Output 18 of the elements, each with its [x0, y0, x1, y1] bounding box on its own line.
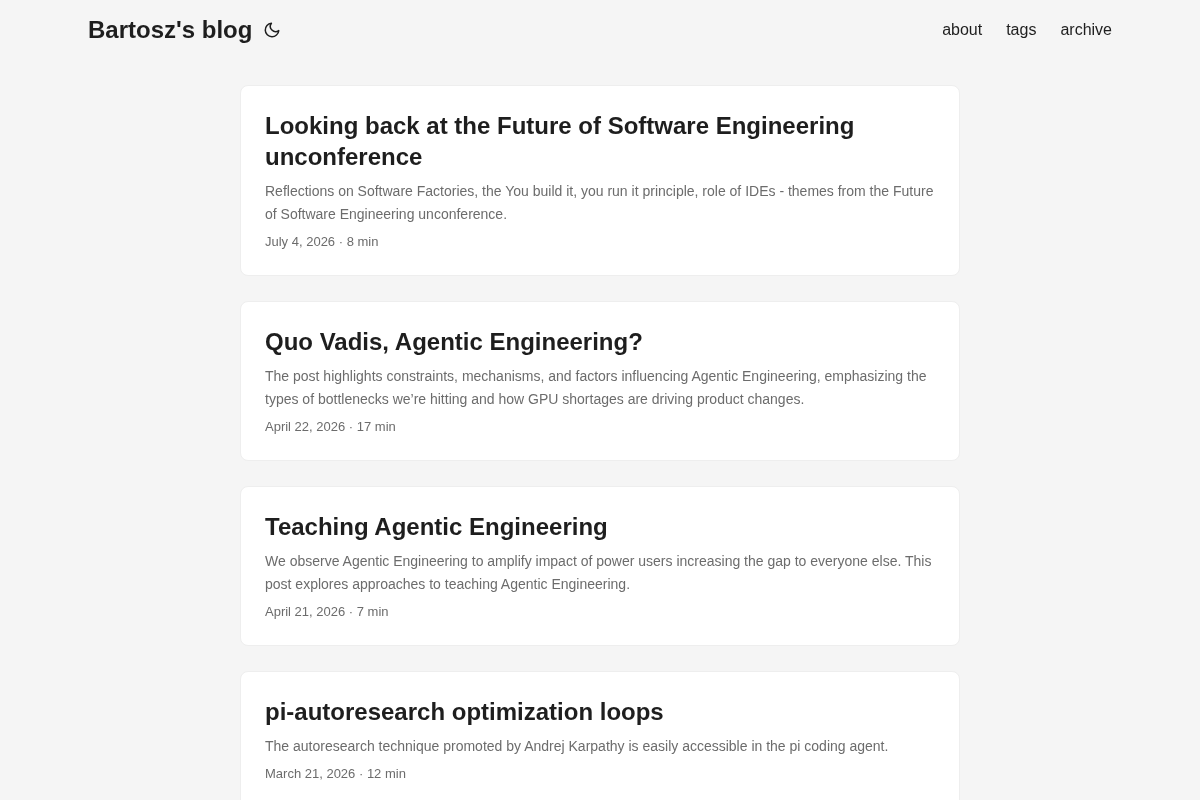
blog-logo-link[interactable]: Bartosz's blog: [88, 15, 253, 45]
post-summary: We observe Agentic Engineering to amplify impact of power users increasing the gap to everyone else. This post explores approaches to teaching Agentic Engineering.: [265, 552, 933, 594]
moon-icon: [263, 21, 282, 39]
nav-link[interactable]: tags: [1006, 20, 1037, 40]
post-summary: The post highlights constraints, mechanisms, and factors influencing Agentic Engineering, emphasizing the types of bottlenecks we’re hitting and how GPU shortages are driving product changes.: [265, 367, 928, 409]
nav-link[interactable]: archive: [1060, 20, 1112, 40]
post-title: Teaching Agentic Engineering: [265, 512, 609, 542]
post-meta: April 22, 2026 · 17 min: [265, 418, 397, 436]
post-card[interactable]: pi-autoresearch optimization loops The autoresearch technique promoted by Andrej Karpathy is easily accessible in the pi coding agent. March 21, 2026 · 12 min: [240, 671, 960, 800]
post-summary: Reflections on Software Factories, the You build it, you run it principle, role of IDEs - themes from the Future of Software Engineering unconference.: [265, 182, 935, 224]
post-meta: March 21, 2026 · 12 min: [265, 765, 407, 783]
post-title: Looking back at the Future of Software Engineering unconference: [265, 111, 856, 172]
post-title: pi-autoresearch optimization loops: [265, 697, 665, 727]
nav-link[interactable]: about: [942, 20, 983, 40]
post-title: Quo Vadis, Agentic Engineering?: [265, 327, 644, 357]
post-summary: The autoresearch technique promoted by Andrej Karpathy is easily accessible in the pi coding agent.: [265, 737, 890, 756]
post-meta: July 4, 2026 · 8 min: [265, 233, 380, 251]
post-meta: April 21, 2026 · 7 min: [265, 603, 390, 621]
